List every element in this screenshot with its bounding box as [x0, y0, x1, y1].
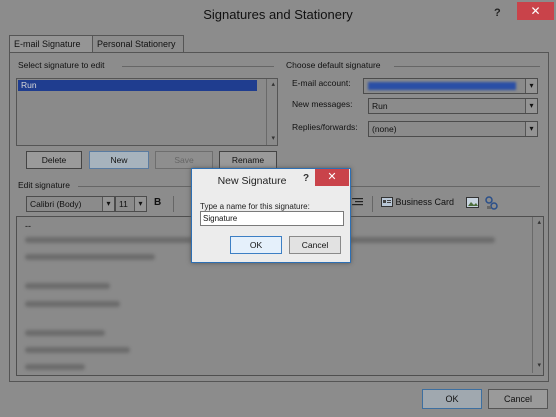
divider: [394, 66, 540, 67]
divider: [122, 66, 274, 67]
scroll-down-icon[interactable]: ▾: [537, 361, 541, 369]
blurred-text: [25, 254, 155, 260]
hyperlink-icon[interactable]: [485, 196, 498, 212]
close-icon[interactable]: ✕: [315, 169, 349, 186]
email-account-label: E-mail account:: [292, 78, 351, 88]
signature-name-label: Type a name for this signature:: [200, 202, 310, 211]
font-size-value: 11: [119, 199, 128, 209]
new-messages-value: Run: [372, 101, 388, 111]
new-messages-select[interactable]: Run ▾: [368, 98, 538, 114]
dialog-cancel-button[interactable]: Cancel: [289, 236, 341, 254]
list-scrollbar[interactable]: ▴ ▾: [266, 79, 277, 145]
new-signature-dialog: New Signature ? ✕ Type a name for this s…: [191, 168, 351, 263]
business-card-button[interactable]: Business Card: [381, 197, 454, 207]
font-select[interactable]: Calibri (Body) ▾: [26, 196, 115, 212]
select-signature-heading: Select signature to edit: [18, 60, 105, 70]
dialog-title: New Signature: [217, 175, 287, 187]
cancel-button[interactable]: Cancel: [488, 389, 548, 409]
scroll-down-icon[interactable]: ▾: [271, 134, 275, 142]
align-right-icon[interactable]: [352, 197, 363, 209]
save-button[interactable]: Save: [155, 151, 213, 169]
help-icon[interactable]: ?: [303, 173, 309, 184]
replies-forwards-select[interactable]: (none) ▾: [368, 121, 538, 137]
replies-forwards-label: Replies/forwards:: [292, 122, 358, 132]
chevron-down-icon[interactable]: ▾: [525, 122, 537, 136]
list-item[interactable]: Run: [18, 80, 257, 91]
tab-personal-stationery[interactable]: Personal Stationery: [92, 35, 184, 53]
signature-first-line: --: [25, 221, 31, 231]
font-size-select[interactable]: 11 ▾: [115, 196, 147, 212]
email-account-select[interactable]: ▾: [363, 78, 538, 94]
blurred-text: [25, 364, 85, 370]
bold-button[interactable]: B: [154, 197, 161, 208]
editor-scrollbar[interactable]: ▴ ▾: [532, 217, 543, 373]
scroll-up-icon[interactable]: ▴: [271, 80, 275, 88]
help-icon[interactable]: ?: [494, 7, 501, 19]
edit-signature-heading: Edit signature: [18, 180, 70, 190]
replies-forwards-value: (none): [372, 124, 397, 134]
font-value: Calibri (Body): [30, 199, 82, 209]
window-title: Signatures and Stationery: [203, 7, 353, 22]
blurred-text: [25, 347, 130, 353]
choose-default-heading: Choose default signature: [286, 60, 381, 70]
chevron-down-icon[interactable]: ▾: [134, 197, 146, 211]
chevron-down-icon[interactable]: ▾: [525, 79, 537, 93]
delete-button[interactable]: Delete: [26, 151, 82, 169]
business-card-icon: [381, 197, 393, 207]
chevron-down-icon[interactable]: ▾: [102, 197, 114, 211]
close-icon[interactable]: ✕: [517, 2, 554, 20]
signature-name-input[interactable]: Signature: [200, 211, 344, 226]
new-button[interactable]: New: [89, 151, 149, 169]
new-messages-label: New messages:: [292, 99, 353, 109]
scroll-up-icon[interactable]: ▴: [537, 218, 541, 226]
signature-list[interactable]: Run ▴ ▾: [16, 78, 278, 146]
business-card-label: Business Card: [395, 197, 455, 207]
dialog-ok-button[interactable]: OK: [230, 236, 282, 254]
insert-picture-icon[interactable]: [466, 197, 479, 211]
rename-button[interactable]: Rename: [219, 151, 277, 169]
ok-button[interactable]: OK: [422, 389, 482, 409]
blurred-text: [25, 330, 105, 336]
blurred-text: [25, 283, 110, 289]
redacted-account: [368, 82, 516, 90]
toolbar-separator: [173, 196, 174, 212]
blurred-text: [25, 301, 120, 307]
title-bar: Signatures and Stationery ? ✕: [0, 0, 556, 30]
toolbar-separator: [372, 196, 373, 212]
chevron-down-icon[interactable]: ▾: [525, 99, 537, 113]
